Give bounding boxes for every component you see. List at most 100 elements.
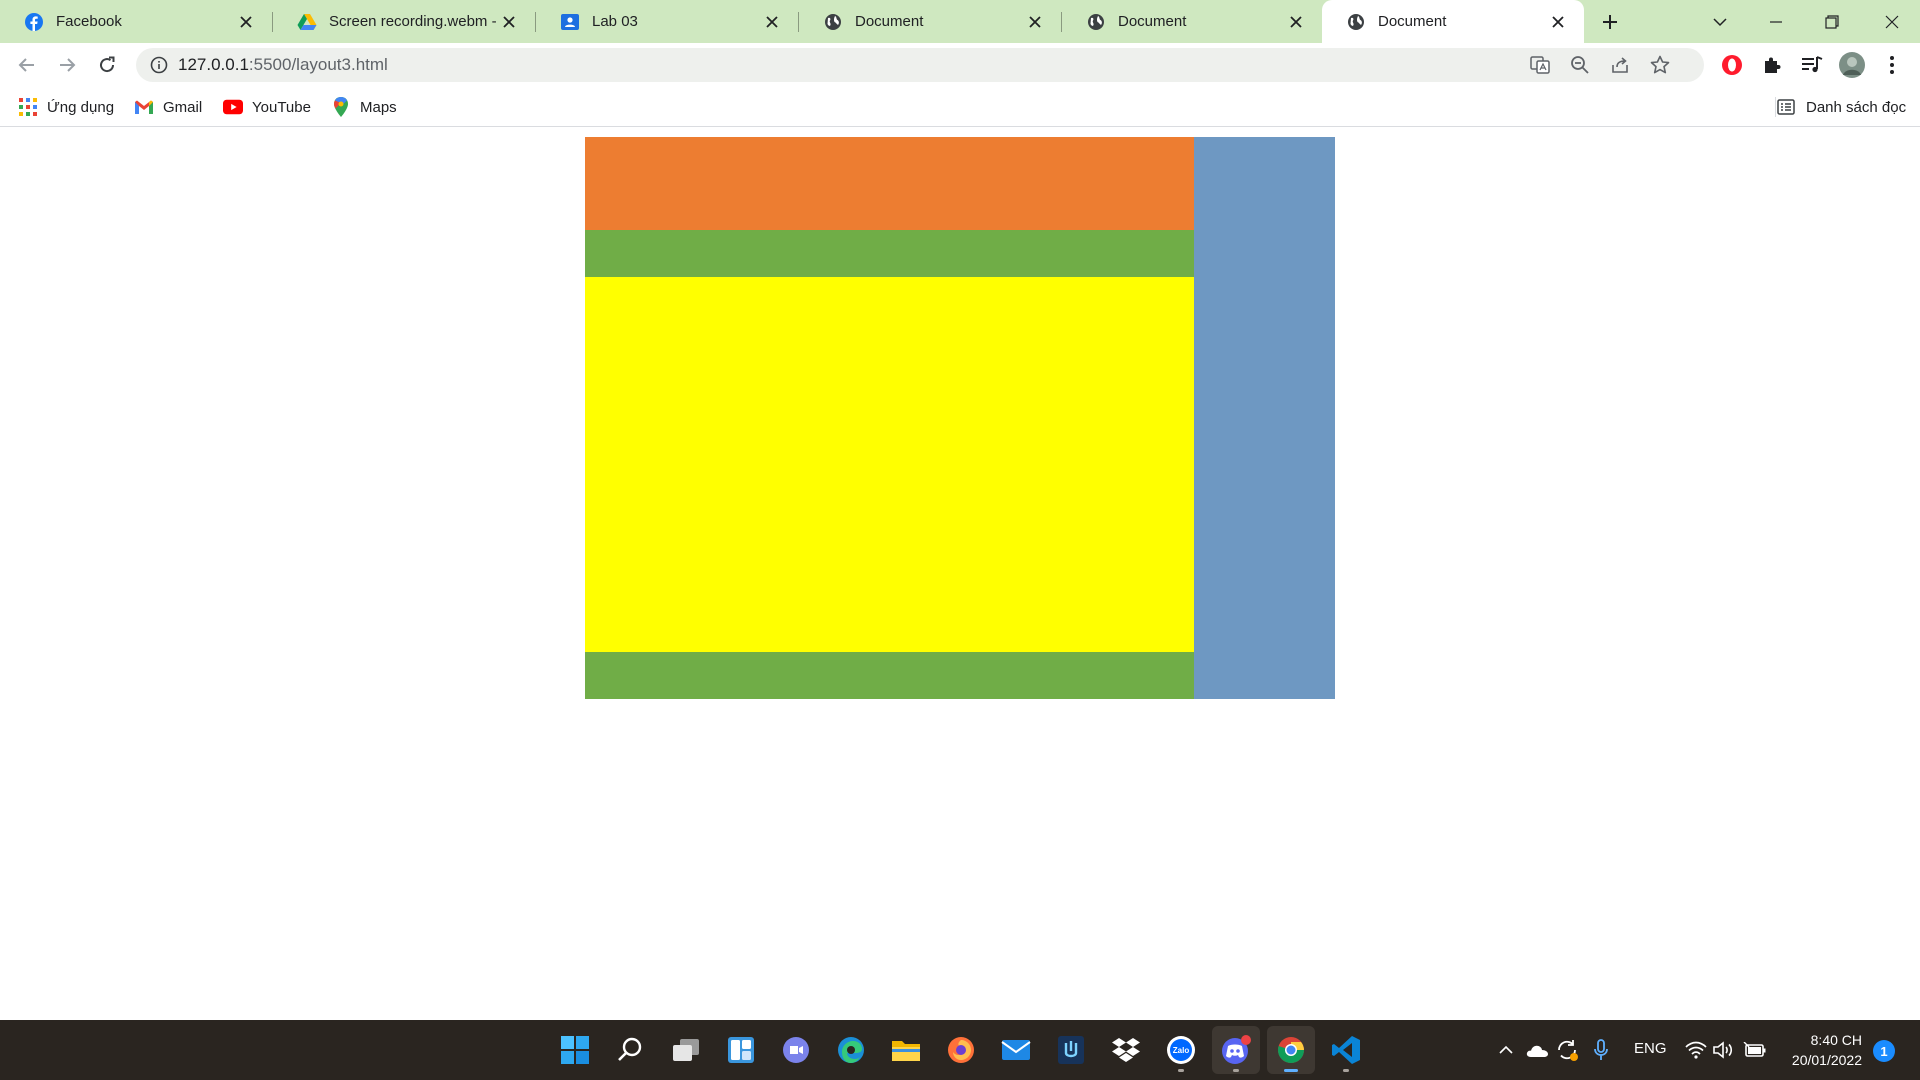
- opera-icon: [1722, 55, 1742, 75]
- apps-grid-icon: [18, 97, 38, 117]
- browser-toolbar: 127.0.0.1:5500/layout3.html: [0, 43, 1920, 87]
- translate-icon[interactable]: [1524, 49, 1556, 81]
- input-language-indicator[interactable]: ENG: [1634, 1040, 1667, 1057]
- tab-title: Document: [1378, 13, 1447, 30]
- arrow-left-icon: [18, 58, 34, 72]
- url-host: 127.0.0.1: [178, 55, 249, 74]
- close-icon: [1885, 15, 1899, 28]
- close-tab-icon[interactable]: [499, 12, 519, 32]
- minimize-button[interactable]: [1748, 0, 1804, 43]
- chrome-menu-button[interactable]: [1876, 49, 1908, 81]
- file-explorer-button[interactable]: [882, 1026, 930, 1074]
- task-view-button[interactable]: [662, 1026, 710, 1074]
- reload-icon: [100, 56, 115, 73]
- close-tab-icon[interactable]: [1025, 12, 1045, 32]
- avatar-icon: [1839, 52, 1865, 78]
- show-hidden-icons-button[interactable]: [1496, 1038, 1516, 1062]
- discord-button[interactable]: [1212, 1026, 1260, 1074]
- windows-taskbar: Zalo ENG 8:40 CH 20/01/2022 1: [0, 1020, 1920, 1080]
- zalo-icon: Zalo: [1167, 1036, 1195, 1064]
- bookmark-gmail[interactable]: Gmail: [134, 95, 202, 119]
- share-icon[interactable]: [1604, 49, 1636, 81]
- tab-document-active[interactable]: Document: [1322, 0, 1584, 43]
- tab-lab-03[interactable]: Lab 03: [536, 0, 798, 43]
- close-tab-icon[interactable]: [1548, 12, 1568, 32]
- tab-google-drive[interactable]: Screen recording.webm - Google Drive: [273, 0, 535, 43]
- site-info-icon[interactable]: [150, 56, 168, 79]
- mail-button[interactable]: [992, 1026, 1040, 1074]
- edge-icon: [838, 1037, 864, 1063]
- reading-list-button[interactable]: Danh sách đọc: [1776, 95, 1906, 119]
- chevron-down-icon: [1713, 17, 1727, 26]
- bookmark-label: YouTube: [252, 98, 311, 116]
- widgets-button[interactable]: [717, 1026, 765, 1074]
- google-drive-icon: [297, 12, 317, 32]
- media-control-button[interactable]: [1796, 49, 1828, 81]
- running-indicator: [1233, 1069, 1239, 1072]
- sidebar-block: [1194, 137, 1335, 699]
- svg-text:Zalo: Zalo: [1173, 1046, 1190, 1055]
- close-tab-icon[interactable]: [762, 12, 782, 32]
- back-button[interactable]: [11, 49, 43, 81]
- maps-icon: [331, 97, 351, 117]
- microphone-icon[interactable]: [1590, 1038, 1612, 1062]
- main-block: [585, 277, 1194, 652]
- system-clock[interactable]: 8:40 CH 20/01/2022: [1782, 1030, 1862, 1070]
- plus-icon: [1603, 14, 1617, 29]
- bookmark-maps[interactable]: Maps: [331, 95, 397, 119]
- battery-icon[interactable]: [1742, 1038, 1768, 1062]
- close-tab-icon[interactable]: [1286, 12, 1306, 32]
- restore-button[interactable]: [1804, 0, 1860, 43]
- notification-badge[interactable]: 1: [1873, 1040, 1895, 1062]
- close-tab-icon[interactable]: [236, 12, 256, 32]
- teams-chat-button[interactable]: [772, 1026, 820, 1074]
- tab-facebook[interactable]: Facebook: [0, 0, 272, 43]
- tab-title: Lab 03: [592, 13, 638, 30]
- new-tab-button[interactable]: [1584, 0, 1636, 43]
- bookmark-youtube[interactable]: YouTube: [223, 95, 311, 119]
- opera-extension-button[interactable]: [1716, 49, 1748, 81]
- volume-icon[interactable]: [1712, 1038, 1736, 1062]
- github-desktop-button[interactable]: [1047, 1026, 1095, 1074]
- forward-button[interactable]: [51, 49, 83, 81]
- tab-document-2[interactable]: Document: [1062, 0, 1322, 43]
- bookmarks-bar: Ứng dụng Gmail YouTube Maps Danh sách đọ…: [0, 87, 1920, 127]
- onedrive-icon[interactable]: [1524, 1038, 1550, 1062]
- address-bar[interactable]: 127.0.0.1:5500/layout3.html: [136, 48, 1704, 82]
- chrome-button[interactable]: [1267, 1026, 1315, 1074]
- zalo-button[interactable]: Zalo: [1157, 1026, 1205, 1074]
- zoom-out-icon[interactable]: [1564, 49, 1596, 81]
- edge-button[interactable]: [827, 1026, 875, 1074]
- widgets-icon: [728, 1037, 754, 1063]
- bookmark-star-icon[interactable]: [1644, 49, 1676, 81]
- vscode-button[interactable]: [1322, 1026, 1370, 1074]
- globe-icon: [1346, 12, 1366, 32]
- facebook-icon: [24, 12, 44, 32]
- profile-avatar[interactable]: [1836, 49, 1868, 81]
- clock-time: 8:40 CH: [1810, 1032, 1862, 1048]
- extensions-button[interactable]: [1756, 49, 1788, 81]
- sync-icon[interactable]: [1554, 1038, 1580, 1062]
- dropbox-button[interactable]: [1102, 1026, 1150, 1074]
- firefox-icon: [948, 1037, 974, 1063]
- bookmark-apps[interactable]: Ứng dụng: [18, 95, 114, 119]
- wifi-icon[interactable]: [1684, 1038, 1708, 1062]
- clock-date: 20/01/2022: [1791, 1052, 1862, 1068]
- teams-chat-icon: [783, 1037, 809, 1063]
- vscode-icon: [1332, 1036, 1360, 1064]
- url-text: 127.0.0.1:5500/layout3.html: [178, 55, 388, 75]
- tab-document-1[interactable]: Document: [799, 0, 1061, 43]
- windows-logo-icon: [561, 1036, 589, 1064]
- search-icon: [618, 1037, 642, 1061]
- start-button[interactable]: [551, 1026, 599, 1074]
- reading-list-icon: [1776, 97, 1796, 117]
- reload-button[interactable]: [91, 49, 123, 81]
- mail-icon: [1001, 1040, 1031, 1060]
- page-viewport: [0, 128, 1920, 1020]
- tab-search-button[interactable]: [1692, 0, 1748, 43]
- window-close-button[interactable]: [1864, 0, 1920, 43]
- search-button[interactable]: [606, 1026, 654, 1074]
- tab-title: Facebook: [56, 13, 122, 30]
- header-block: [585, 137, 1194, 230]
- firefox-button[interactable]: [937, 1026, 985, 1074]
